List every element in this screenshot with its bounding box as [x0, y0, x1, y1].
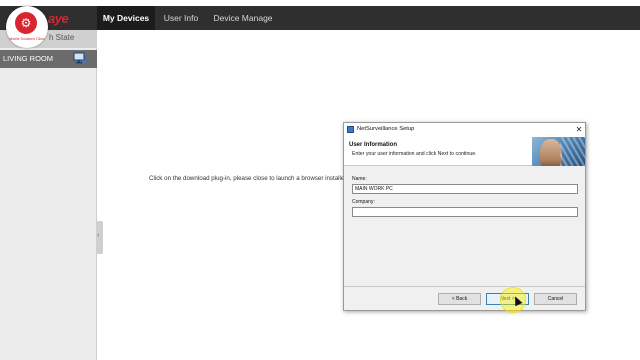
plugin-download-message: Click on the download plug-in, please cl… [149, 175, 348, 182]
dialog-title: NetSurveillance Setup [357, 126, 415, 132]
brand-text: aye [48, 11, 69, 26]
dialog-subheading: Enter your user information and click Ne… [352, 151, 477, 157]
brand-logo: ⚙ Mobile Solutions Clinic [6, 6, 48, 48]
dialog-header: User Information Enter your user informa… [344, 136, 585, 166]
dialog-footer-divider [344, 286, 585, 287]
setup-app-icon [347, 126, 354, 133]
dialog-banner-image [532, 137, 585, 166]
back-button[interactable]: < Back [438, 293, 481, 305]
tab-device-manage[interactable]: Device Manage [207, 6, 279, 30]
computer-monitor-icon [73, 52, 87, 64]
company-label: Company: [352, 199, 375, 205]
device-label: LIVING ROOM [3, 54, 54, 63]
logo-mark-icon: ⚙ [15, 12, 37, 34]
sidebar-collapse-handle[interactable]: ‹ [96, 221, 103, 254]
name-label: Name: [352, 176, 367, 182]
banner-person [540, 139, 562, 166]
name-field[interactable]: MAIN WORK PC [352, 184, 578, 194]
sidebar-item-living-room[interactable]: LIVING ROOM [0, 50, 97, 68]
company-field[interactable] [352, 207, 578, 217]
tab-my-devices[interactable]: My Devices [97, 6, 155, 30]
device-sidebar: h State LIVING ROOM [0, 30, 97, 360]
cancel-button[interactable]: Cancel [534, 293, 577, 305]
chevron-left-icon: ‹ [97, 232, 100, 239]
banner-graphic [560, 137, 585, 166]
close-icon[interactable]: ✕ [573, 123, 585, 136]
logo-area: ⚙ Mobile Solutions Clinic aye [0, 6, 97, 48]
dialog-heading: User Information [349, 142, 398, 148]
setup-dialog: NetSurveillance Setup ✕ User Information… [343, 122, 586, 311]
logo-caption: Mobile Solutions Clinic [9, 37, 45, 41]
dialog-titlebar: NetSurveillance Setup ✕ [344, 123, 585, 136]
tab-user-info[interactable]: User Info [157, 6, 205, 30]
sidebar-title: h State [49, 33, 75, 42]
